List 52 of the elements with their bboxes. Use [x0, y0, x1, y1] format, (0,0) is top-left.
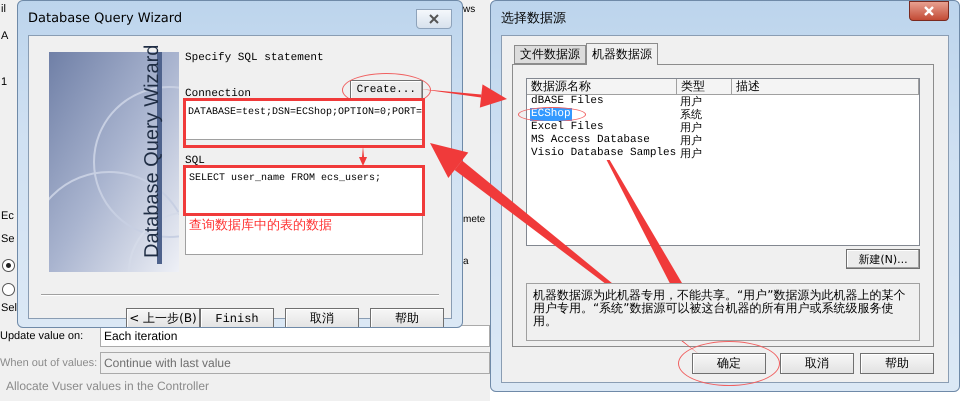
- group-title: Allocate Vuser values in the Controller: [5, 379, 210, 393]
- annotation-note: 查询数据库中的表的数据: [189, 217, 332, 234]
- data-source-name[interactable]: Excel Files: [530, 121, 605, 134]
- step-heading: Specify SQL statement: [185, 52, 324, 64]
- window-title: 选择数据源: [501, 10, 566, 27]
- dialog-button[interactable]: 取消: [780, 353, 854, 374]
- partial-label: a: [463, 256, 470, 269]
- close-icon: [428, 14, 440, 24]
- partial-label: Ec: [0, 210, 15, 224]
- partial-label: mete: [463, 214, 486, 227]
- new-button[interactable]: 新建(N)...: [846, 249, 920, 269]
- dialog-button[interactable]: 确定: [692, 353, 766, 374]
- partial-label: Se: [0, 233, 16, 248]
- wizard-button[interactable]: < 上一步(B): [126, 308, 200, 327]
- description-text: 机器数据源为此机器专用，不能共享。“用户”数据源为此机器上的某个用户专用。“系统”数据源可以被这台机器的所有用户或系统级服务使用。: [533, 289, 906, 328]
- sql-field[interactable]: [185, 167, 423, 255]
- column-header[interactable]: 类型: [677, 79, 732, 95]
- wizard-button[interactable]: 帮助: [370, 308, 444, 327]
- table-cell-text: 用户: [679, 147, 703, 160]
- column-header[interactable]: 描述: [732, 79, 919, 95]
- column-header[interactable]: 数据源名称: [527, 79, 677, 95]
- field-label: When out of values:: [0, 356, 98, 368]
- create-button[interactable]: Create...: [350, 80, 423, 100]
- tab[interactable]: 机器数据源: [586, 43, 658, 65]
- banner-title: Database Query Wizard: [141, 44, 163, 258]
- window-title: Database Query Wizard: [28, 10, 182, 26]
- dialog-button[interactable]: 帮助: [860, 353, 934, 374]
- partial-label: A: [0, 30, 10, 44]
- partial-label: ws: [463, 4, 476, 17]
- close-button[interactable]: [416, 9, 452, 29]
- partial-label: Sel: [0, 302, 17, 316]
- field-label: Connection: [185, 88, 252, 100]
- wizard-button[interactable]: Finish: [200, 308, 274, 327]
- radio-button[interactable]: [2, 283, 15, 296]
- data-source-name[interactable]: MS Access Database: [530, 134, 651, 147]
- close-button[interactable]: [909, 1, 949, 21]
- partial-label: 1: [0, 76, 8, 90]
- radio-button[interactable]: [2, 258, 15, 272]
- data-source-name[interactable]: Visio Database Samples: [530, 147, 678, 160]
- table-cell-text: 用户: [679, 95, 703, 108]
- field-label: SQL: [185, 155, 205, 167]
- table-cell-text: 系统: [679, 108, 703, 121]
- field-label: Update value on:: [0, 330, 84, 342]
- tab[interactable]: 文件数据源: [514, 45, 586, 64]
- arrow: [358, 146, 368, 166]
- sql-text: SELECT user_name FROM ecs_users;: [189, 173, 382, 184]
- connection-field[interactable]: DATABASE=test;DSN=ECShop;OPTION=0;PORT=: [185, 100, 423, 140]
- partial-label: il: [0, 3, 7, 17]
- table-cell-text: 用户: [679, 121, 703, 134]
- close-icon: [923, 6, 935, 16]
- wizard-button[interactable]: 取消: [285, 308, 359, 327]
- table-cell-text: 用户: [679, 134, 703, 147]
